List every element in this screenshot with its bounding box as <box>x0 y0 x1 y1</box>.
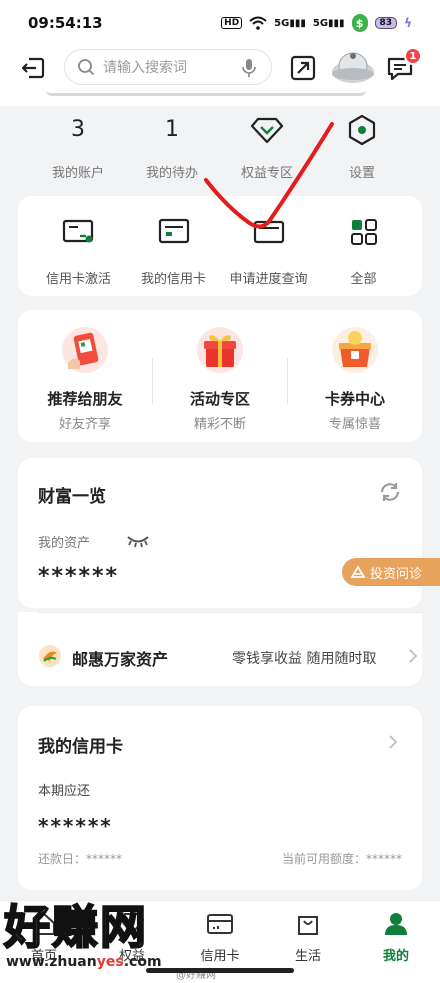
wifi-icon <box>249 16 267 30</box>
search-placeholder: 请输入搜索词 <box>103 60 187 76</box>
tab-life-label: 生活 <box>294 949 321 964</box>
promo-activities[interactable]: 活动专区 精彩不断 <box>153 322 287 432</box>
refer-sub: 好友齐享 <box>58 417 111 432</box>
coupon-box-icon <box>332 327 378 373</box>
scroll-edge <box>46 90 366 96</box>
repay-date: 还款日：****** <box>38 852 123 866</box>
todo-count: 1 <box>165 117 179 142</box>
card-activate-icon <box>62 219 93 243</box>
header-bottom <box>0 90 440 106</box>
rights-icon <box>119 913 145 936</box>
settings-hex-icon <box>348 114 376 146</box>
refer-phone-icon <box>62 327 108 373</box>
tab-rights-label: 权益 <box>118 949 145 964</box>
invest-consult-icon <box>350 565 366 578</box>
signal-icon-1: 5G▮▮▮ <box>274 17 306 29</box>
asset-value: ****** <box>38 564 120 589</box>
message-badge: 1 <box>404 47 422 65</box>
todo-label: 我的待办 <box>145 166 198 181</box>
all-label: 全部 <box>350 272 377 287</box>
card-activate-label: 信用卡激活 <box>45 272 111 287</box>
tab-home-label: 首页 <box>30 949 57 964</box>
account-stats: 3 我的账户 1 我的待办 权益专区 设置 <box>0 106 440 192</box>
due-value: ****** <box>38 814 113 838</box>
tab-life[interactable]: 生活 <box>264 909 352 964</box>
accounts-label: 我的账户 <box>51 166 104 181</box>
tab-mine[interactable]: 我的 <box>352 909 440 964</box>
tab-credit-card[interactable]: 信用卡 <box>176 909 264 964</box>
status-bar: 09:54:13 HD 5G▮▮▮ 5G▮▮▮ $ 83 ϟ <box>0 0 440 46</box>
activities-sub: 精彩不断 <box>193 417 246 432</box>
tab-mine-label: 我的 <box>382 949 409 964</box>
promo-card: 推荐给朋友 好友齐享 活动专区 精彩不断 卡券中心 专属惊喜 <box>18 310 422 442</box>
signal-icon-2: 5G▮▮▮ <box>312 17 345 29</box>
eye-closed-icon[interactable] <box>126 534 150 548</box>
gift-icon <box>197 327 243 373</box>
signal-label-1: 5G <box>274 17 290 29</box>
available-limit: 当前可用额度：****** <box>281 852 402 866</box>
tab-credit-card-label: 信用卡 <box>200 949 240 964</box>
refer-title: 推荐给朋友 <box>47 390 123 408</box>
fund-row[interactable]: 邮惠万家资产 零钱享收益 随用随时取 <box>18 612 424 686</box>
activities-title: 活动专区 <box>189 390 250 408</box>
promo-refer-friend[interactable]: 推荐给朋友 好友齐享 <box>18 322 152 432</box>
my-card-icon <box>158 218 189 244</box>
stat-accounts[interactable]: 3 我的账户 <box>28 114 128 181</box>
search-icon <box>78 59 95 76</box>
divider <box>38 612 424 613</box>
stat-todo[interactable]: 1 我的待办 <box>122 114 222 181</box>
home-icon <box>33 912 55 935</box>
tab-rights[interactable]: 权益 <box>88 909 176 964</box>
profile-icon <box>385 913 407 935</box>
system-icons: HD 5G▮▮▮ 5G▮▮▮ $ 83 ϟ <box>221 14 412 32</box>
application-progress-icon <box>253 220 284 244</box>
coupons-sub: 专属惊喜 <box>328 417 381 432</box>
security-app-icon: $ <box>351 14 368 32</box>
stat-rights[interactable]: 权益专区 <box>217 114 317 181</box>
wealth-title: 财富一览 <box>38 487 106 507</box>
invest-consult-button[interactable]: 投资问诊 <box>342 558 440 586</box>
battery-icon: 83 <box>374 17 398 29</box>
hd-icon: HD <box>221 17 243 29</box>
promo-coupons[interactable]: 卡券中心 专属惊喜 <box>288 322 422 432</box>
chevron-right-icon <box>409 649 418 663</box>
application-progress-label: 申请进度查询 <box>229 272 308 287</box>
fund-logo-icon <box>39 645 61 667</box>
diamond-icon <box>250 117 284 144</box>
grid-icon <box>350 219 377 245</box>
quick-application-progress[interactable]: 申请进度查询 <box>218 214 319 287</box>
credit-title: 我的信用卡 <box>38 737 123 757</box>
quick-card-activate[interactable]: 信用卡激活 <box>28 214 129 287</box>
open-external-icon[interactable] <box>290 55 316 81</box>
credit-card-summary[interactable]: 我的信用卡 本期应还 ****** 还款日：****** 当前可用额度：****… <box>18 706 422 890</box>
accounts-count: 3 <box>71 117 85 142</box>
signal-label-2: 5G <box>312 17 329 29</box>
due-label: 本期应还 <box>38 784 91 799</box>
charging-icon: ϟ <box>404 16 412 30</box>
fund-name: 邮惠万家资产 <box>72 650 169 669</box>
credit-card-icon <box>207 914 233 934</box>
invest-consult-label: 投资问诊 <box>370 566 423 582</box>
microphone-icon[interactable] <box>241 58 257 78</box>
coupons-title: 卡券中心 <box>324 390 385 408</box>
search-input[interactable]: 请输入搜索词 <box>64 49 272 85</box>
my-card-label: 我的信用卡 <box>140 272 206 287</box>
top-bar: 请输入搜索词 1 <box>0 46 440 90</box>
quick-all[interactable]: 全部 <box>313 214 414 287</box>
tab-home[interactable]: 首页 <box>0 909 88 964</box>
credit-quick-actions: 信用卡激活 我的信用卡 申请进度查询 全部 <box>18 196 422 296</box>
refresh-icon[interactable] <box>378 480 402 504</box>
logout-icon[interactable] <box>20 55 46 81</box>
chevron-right-icon <box>389 735 398 749</box>
avatar[interactable] <box>330 48 376 88</box>
shopping-bag-icon <box>298 916 318 935</box>
settings-label: 设置 <box>348 166 375 181</box>
asset-label: 我的资产 <box>38 536 91 551</box>
quick-my-card[interactable]: 我的信用卡 <box>123 214 224 287</box>
stat-settings[interactable]: 设置 <box>312 114 412 181</box>
rights-label: 权益专区 <box>240 166 293 181</box>
fund-slogan: 零钱享收益 随用随时取 <box>232 651 377 667</box>
clock: 09:54:13 <box>28 14 103 32</box>
home-indicator[interactable] <box>146 968 294 973</box>
